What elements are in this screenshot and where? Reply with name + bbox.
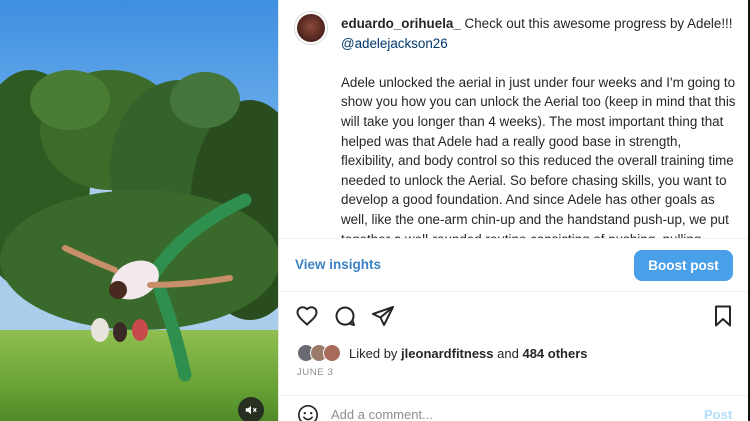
caption-area: eduardo_orihuela_ Check out this awesome… <box>279 0 749 238</box>
comment-button[interactable] <box>333 304 357 328</box>
gymnast-figure <box>62 193 252 382</box>
caption-body: Adele unlocked the aerial in just under … <box>341 74 736 238</box>
speaker-muted-icon <box>245 405 257 415</box>
bookmark-icon <box>715 305 731 327</box>
insights-row: View insights Boost post <box>279 238 749 292</box>
caption-username[interactable]: eduardo_orihuela_ <box>341 16 461 31</box>
likes-prefix: Liked by <box>349 345 398 361</box>
comment-row: Post <box>279 395 749 421</box>
avatar <box>323 344 341 362</box>
post-date[interactable]: JUNE 3 <box>297 367 333 378</box>
post-caption: eduardo_orihuela_ Check out this awesome… <box>341 14 737 238</box>
likes-and: and <box>497 345 519 361</box>
view-insights-link[interactable]: View insights <box>295 257 381 272</box>
save-button[interactable] <box>711 304 735 328</box>
boost-post-button[interactable]: Boost post <box>634 250 733 281</box>
like-button[interactable] <box>295 304 319 328</box>
likes-row: Liked by jleonardfitness and 484 others <box>297 343 588 363</box>
likes-summary: Liked by jleonardfitness and 484 others <box>349 346 588 361</box>
post-media-video[interactable] <box>0 0 278 421</box>
post-comment-button[interactable]: Post <box>704 407 732 421</box>
avatar[interactable] <box>295 12 327 44</box>
liker-avatars[interactable] <box>297 343 345 363</box>
likes-others-link[interactable]: 484 others <box>522 346 587 361</box>
emoji-icon <box>298 405 318 421</box>
emoji-button[interactable] <box>297 404 319 421</box>
comment-icon <box>335 306 355 326</box>
share-button[interactable] <box>371 304 395 328</box>
caption-mention[interactable]: @adelejackson26 <box>341 36 448 51</box>
comment-input[interactable] <box>331 407 651 421</box>
post-details-panel: eduardo_orihuela_ Check out this awesome… <box>278 0 749 421</box>
action-bar <box>279 300 749 332</box>
mute-button[interactable] <box>238 397 264 421</box>
likes-user-link[interactable]: jleonardfitness <box>401 346 493 361</box>
share-icon <box>372 306 394 326</box>
caption-intro: Check out this awesome progress by Adele… <box>464 16 733 31</box>
heart-icon <box>296 306 318 326</box>
